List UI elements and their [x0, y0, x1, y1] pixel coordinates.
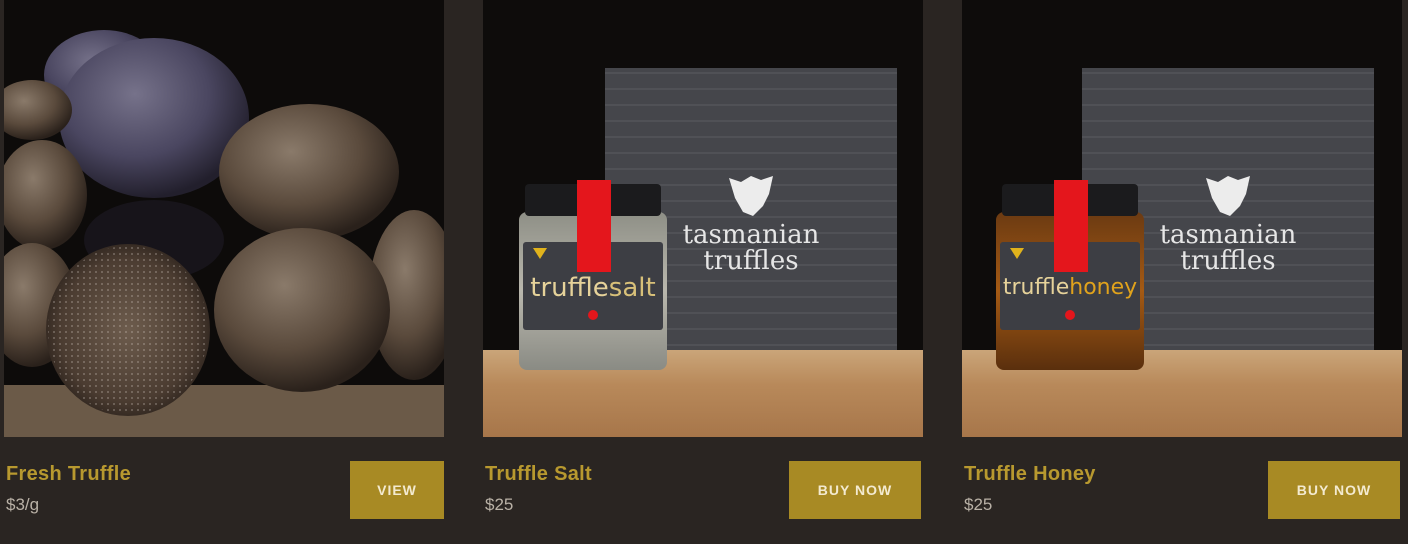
buy-now-button[interactable]: BUY NOW — [1268, 461, 1400, 519]
red-seal-icon — [588, 310, 598, 320]
red-ribbon — [577, 180, 611, 272]
product-title[interactable]: Fresh Truffle — [6, 463, 131, 486]
red-seal-icon — [1065, 310, 1075, 320]
tasmania-logo-icon — [1206, 176, 1250, 216]
honey-jar: trufflehoney — [996, 180, 1144, 370]
product-price: $25 — [485, 495, 514, 514]
product-footer: Truffle Honey $25 BUY NOW — [962, 437, 1402, 544]
truffles-illustration — [4, 0, 444, 437]
product-price: $3/g — [6, 495, 40, 514]
product-card-truffle-salt: tasmanian truffles trufflesalt Truffle S… — [483, 0, 923, 544]
product-title[interactable]: Truffle Honey — [964, 463, 1096, 486]
brand-v-icon — [1010, 248, 1024, 259]
truffle-honey-jar-photo[interactable]: tasmanian truffles trufflehoney — [962, 0, 1402, 437]
fresh-truffles-photo[interactable] — [4, 0, 444, 437]
red-ribbon — [1054, 180, 1088, 272]
view-button[interactable]: VIEW — [350, 461, 444, 519]
salt-jar: trufflesalt — [519, 180, 667, 370]
tasmania-logo-icon — [729, 176, 773, 216]
product-footer: Truffle Salt $25 BUY NOW — [483, 437, 923, 544]
product-price: $25 — [964, 495, 993, 514]
truffle-salt-jar-photo[interactable]: tasmanian truffles trufflesalt — [483, 0, 923, 437]
buy-now-button[interactable]: BUY NOW — [789, 461, 921, 519]
product-card-truffle-honey: tasmanian truffles trufflehoney Truffle … — [962, 0, 1402, 544]
product-footer: Fresh Truffle $3/g VIEW — [4, 437, 444, 544]
product-title[interactable]: Truffle Salt — [485, 463, 592, 486]
brand-v-icon — [533, 248, 547, 259]
product-card-fresh-truffle: Fresh Truffle $3/g VIEW — [4, 0, 444, 544]
product-grid: Fresh Truffle $3/g VIEW tasmanian truffl… — [0, 0, 1408, 544]
